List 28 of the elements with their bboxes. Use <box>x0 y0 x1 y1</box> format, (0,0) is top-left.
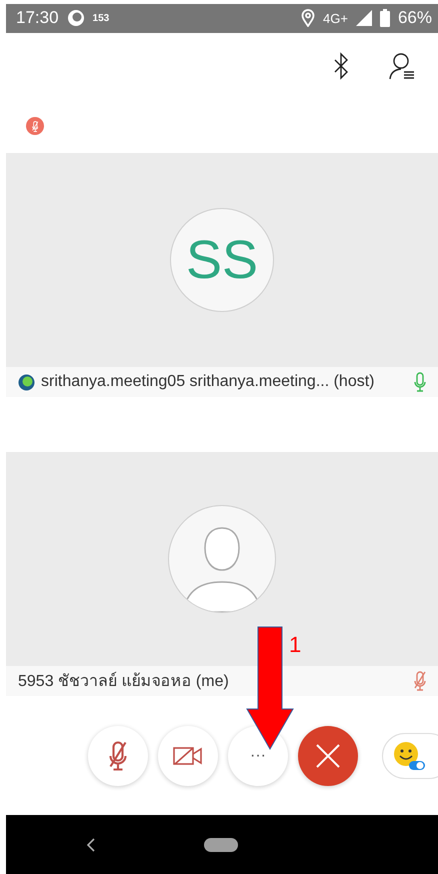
mute-button[interactable] <box>88 726 148 786</box>
location-icon <box>301 9 316 28</box>
network-type: 4G+ <box>323 10 348 26</box>
notification-count: 153 <box>92 12 110 24</box>
bluetooth-icon[interactable] <box>334 52 348 80</box>
participants-icon[interactable] <box>388 52 416 80</box>
participant-name: 5953 ชัชวาลย์ แย้มจอหอ (me) <box>18 670 230 692</box>
smiley-toggle-icon <box>393 740 425 771</box>
annotation-label: 1 <box>289 632 302 658</box>
status-time: 17:30 <box>16 8 59 28</box>
signal-icon <box>356 10 372 26</box>
battery-percent: 66% <box>398 8 432 28</box>
more-button[interactable]: ··· <box>228 726 288 786</box>
battery-icon <box>380 9 390 28</box>
sync-icon <box>66 9 85 28</box>
muted-mic-icon <box>109 740 127 771</box>
initials-avatar: SS <box>170 208 274 312</box>
muted-mic-icon <box>414 670 426 691</box>
close-icon <box>315 742 341 769</box>
mic-icon <box>414 372 426 392</box>
participant-name: srithanya.meeting05 srithanya.meeting... (host) <box>41 373 376 392</box>
reactions-button[interactable] <box>382 732 438 779</box>
video-off-icon <box>173 744 203 767</box>
leave-button[interactable] <box>298 726 358 786</box>
video-button[interactable] <box>158 726 218 786</box>
back-icon[interactable] <box>86 838 96 852</box>
muted-mic-icon <box>32 120 38 132</box>
home-icon[interactable] <box>204 838 238 852</box>
